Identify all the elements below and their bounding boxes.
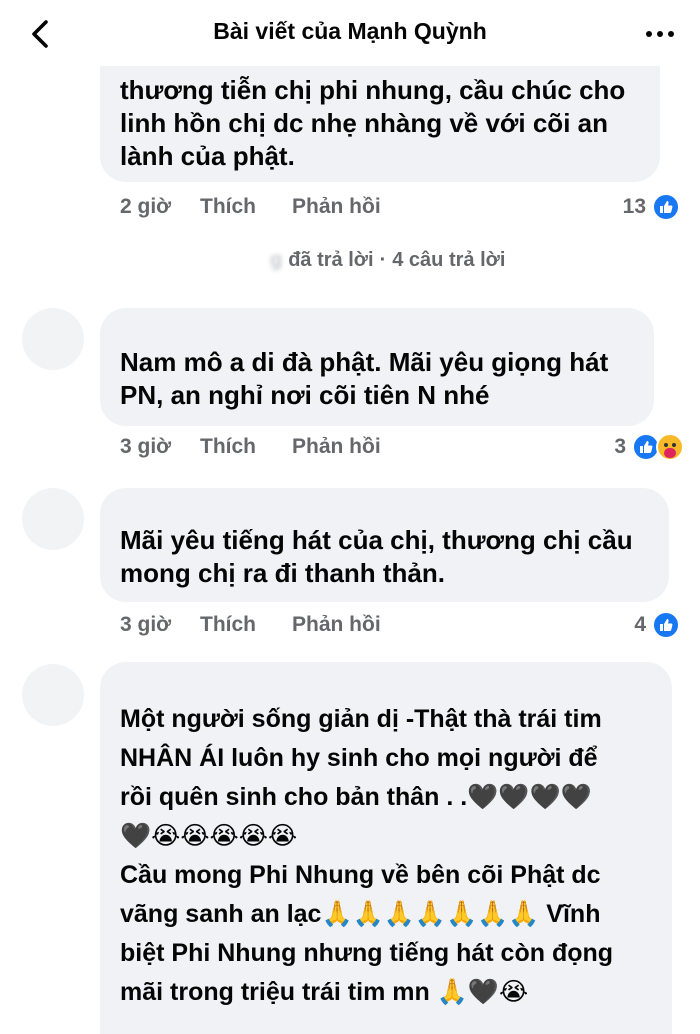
commenter-name[interactable] (120, 496, 649, 524)
avatar[interactable] (22, 308, 84, 370)
comment-actions: 3 giờ Thích Phản hồi (120, 610, 381, 640)
separator: · (379, 248, 387, 271)
like-button[interactable]: Thích (200, 195, 292, 219)
commenter-name[interactable] (120, 318, 634, 346)
reply-count: 4 câu trả lời (392, 248, 506, 271)
page-title: Bài viết của Mạnh Quỳnh (213, 18, 487, 44)
comment-time: 3 giờ (120, 435, 172, 458)
avatar[interactable] (22, 488, 84, 550)
like-button[interactable]: Thích (200, 435, 292, 459)
comment-actions: 3 giờ Thích Phản hồi (120, 432, 381, 462)
reaction-count: 3 (614, 435, 626, 458)
reaction-summary[interactable]: 4 (634, 610, 680, 640)
care-reaction-icon (656, 433, 684, 461)
comment-text: Một người sống giản dị -Thật thà trái ti… (120, 705, 614, 1006)
replies-summary[interactable]: g đã trả lời · 4 câu trả lời (270, 246, 505, 274)
avatar[interactable] (22, 664, 84, 726)
like-reaction-icon (652, 193, 680, 221)
like-reaction-icon (652, 611, 680, 639)
commenter-name[interactable] (120, 672, 652, 700)
comment-actions: 2 giờ Thích Phản hồi (120, 192, 381, 222)
top-bar: Bài viết của Mạnh Quỳnh (0, 0, 700, 66)
comment-bubble: Một người sống giản dị -Thật thà trái ti… (100, 662, 672, 1034)
comment-time: 2 giờ (120, 195, 172, 218)
comment-bubble: Nam mô a di đà phật. Mãi yêu giọng hát P… (100, 308, 654, 426)
reaction-summary[interactable]: 13 (623, 192, 680, 222)
like-button[interactable]: Thích (200, 613, 292, 637)
reaction-count: 13 (622, 195, 646, 218)
reply-button[interactable]: Phản hồi (292, 435, 381, 459)
reaction-count: 4 (634, 613, 646, 636)
comment-text: thương tiễn chị phi nhung, cầu chúc cho … (120, 75, 626, 171)
comment-time: 3 giờ (120, 613, 172, 636)
more-options-button[interactable] (640, 22, 680, 46)
reaction-summary[interactable]: 3 (614, 432, 684, 462)
more-horizontal-icon (646, 31, 674, 37)
reply-button[interactable]: Phản hồi (292, 195, 381, 219)
comment-text: Nam mô a di đà phật. Mãi yêu giọng hát P… (120, 347, 609, 410)
blurred-name: g (270, 248, 283, 271)
comment-text: Mãi yêu tiếng hát của chị, thương chị cầ… (120, 525, 633, 588)
replied-label: đã trả lời (288, 248, 374, 271)
comment-bubble: Mãi yêu tiếng hát của chị, thương chị cầ… (100, 488, 669, 602)
reply-button[interactable]: Phản hồi (292, 613, 381, 637)
